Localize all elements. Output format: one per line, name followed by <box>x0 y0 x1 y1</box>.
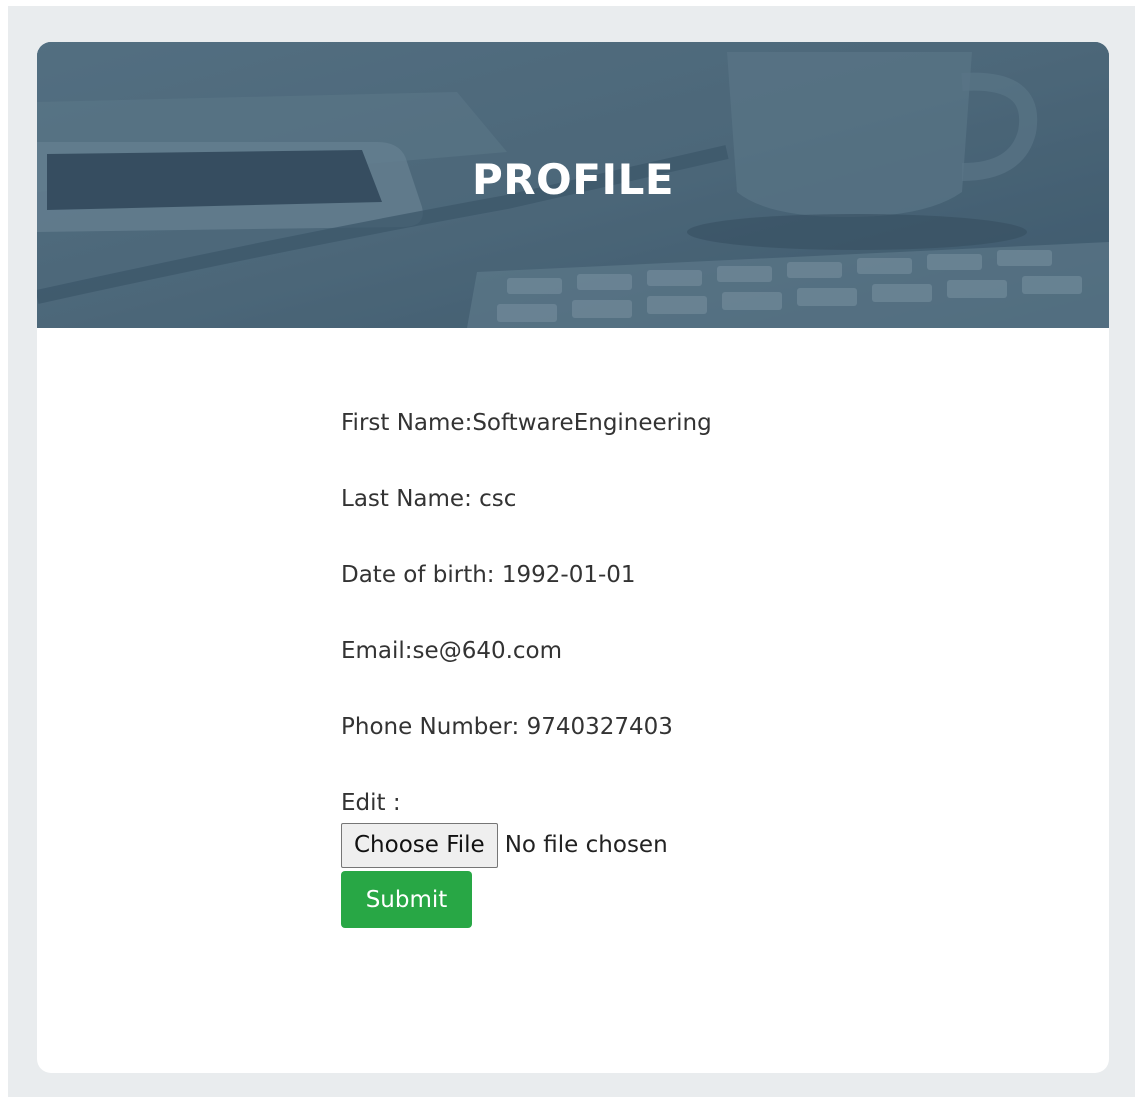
profile-banner: PROFILE <box>37 42 1109 328</box>
first-name-text: First Name:SoftwareEngineering <box>341 410 712 436</box>
edit-label: Edit : <box>341 790 401 816</box>
email-text: Email:se@640.com <box>341 638 563 664</box>
dob-text: Date of birth: 1992-01-01 <box>341 562 636 588</box>
choose-file-button[interactable]: Choose File <box>341 822 498 868</box>
page-title: PROFILE <box>471 155 675 204</box>
phone-text: Phone Number: 9740327403 <box>341 714 673 740</box>
profile-card: PROFILE First Name:SoftwareEngineering L… <box>37 42 1109 1073</box>
file-status-text: No file chosen <box>504 832 668 858</box>
last-name-text: Last Name: csc <box>341 486 517 512</box>
file-input[interactable]: Choose File No file chosen <box>341 822 668 868</box>
page-background: PROFILE First Name:SoftwareEngineering L… <box>8 6 1135 1097</box>
submit-button[interactable]: Submit <box>341 871 472 928</box>
